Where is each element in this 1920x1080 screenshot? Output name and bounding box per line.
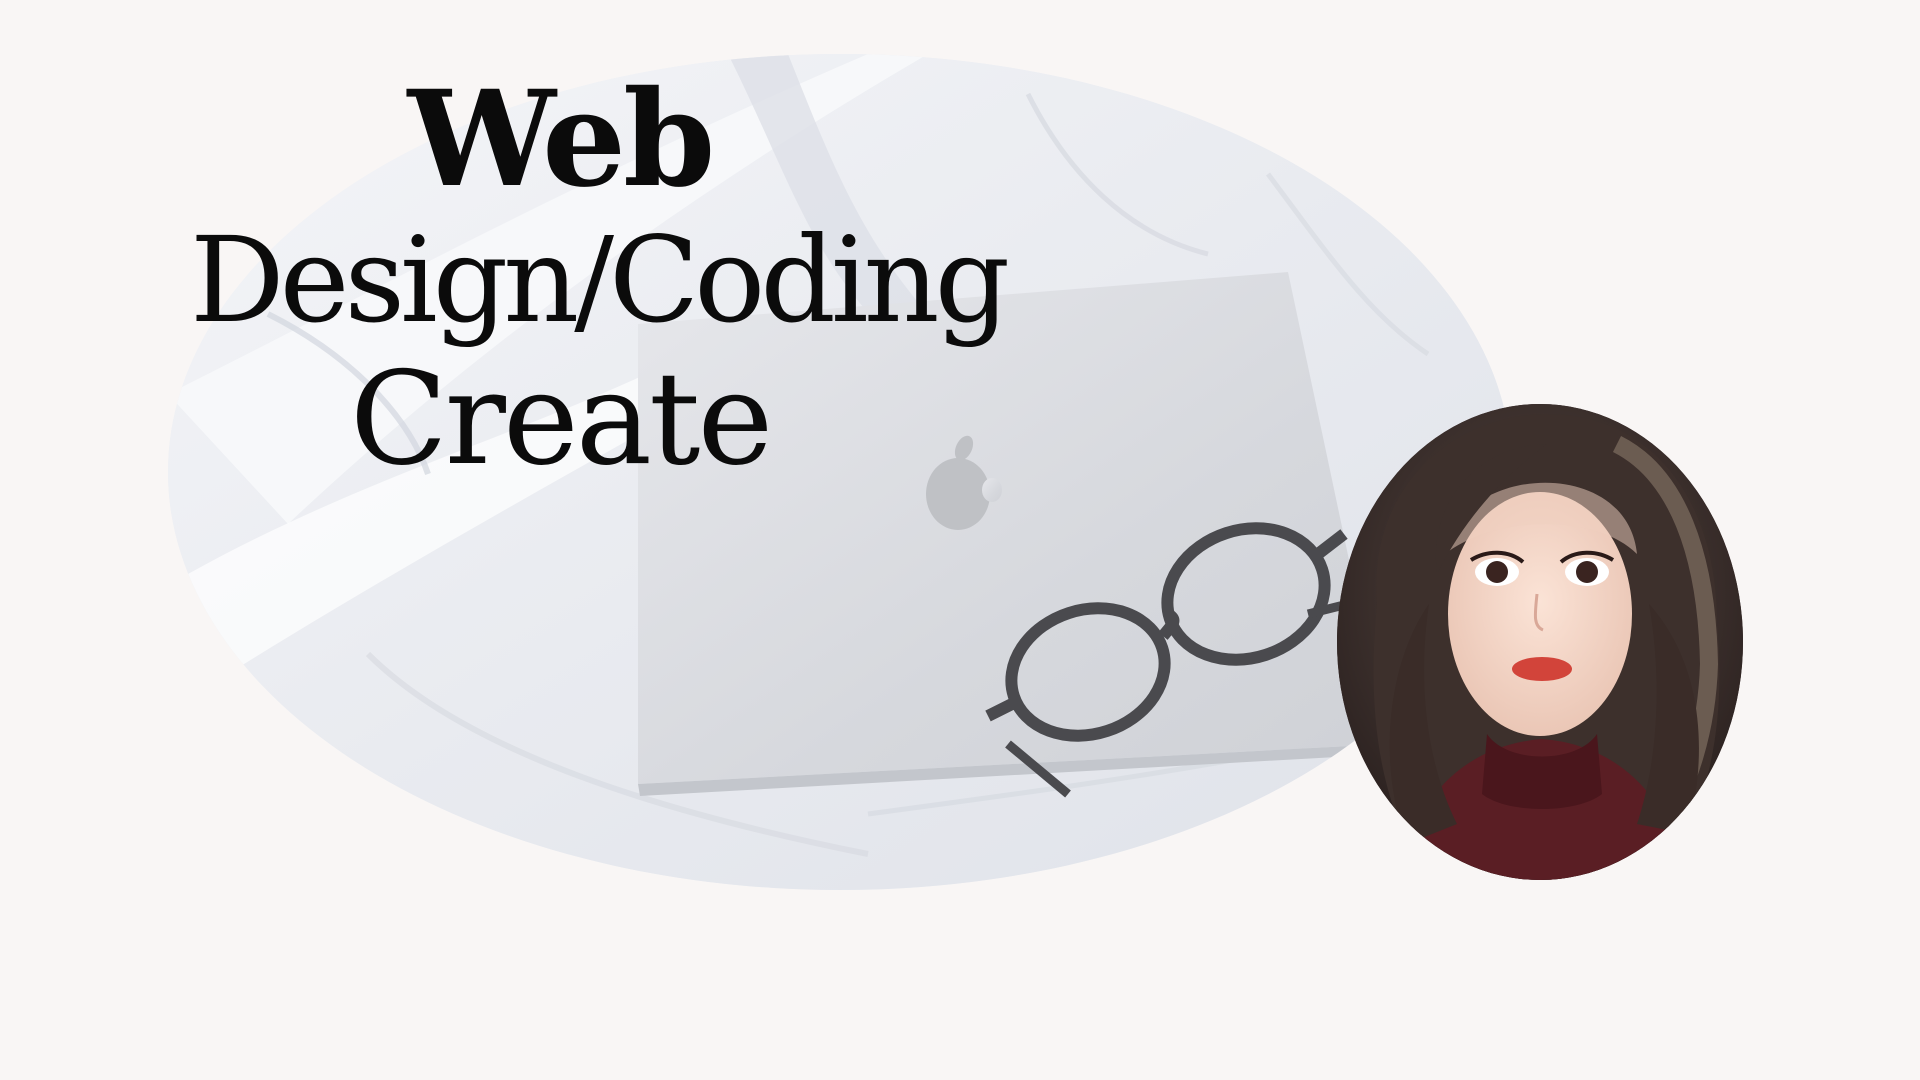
headline: Web Design/Coding Create (190, 62, 1010, 494)
headline-line-design-coding: Design/Coding (190, 211, 1010, 349)
banner-canvas: Web Design/Coding Create (0, 0, 1920, 1080)
headline-line-create: Create (349, 345, 773, 494)
portrait-photo-oval (1337, 404, 1743, 880)
portrait-photo (1337, 404, 1743, 880)
headline-line-web: Web (407, 62, 716, 217)
